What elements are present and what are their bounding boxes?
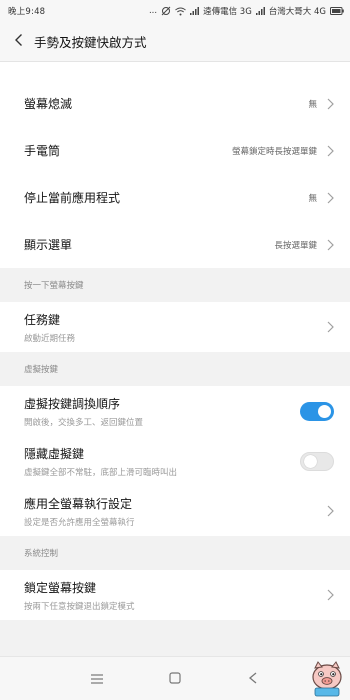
status-time: 晚上9:48 — [8, 7, 46, 17]
chevron-right-icon — [327, 321, 334, 333]
hide-virtual-keys-toggle[interactable] — [300, 451, 334, 471]
setting-row-lock-screen-keys[interactable]: 鎖定螢幕按鍵 按兩下任意按鍵退出鎖定模式 — [0, 570, 350, 620]
section-header-tap-once: 按一下螢幕按鍵 — [0, 268, 350, 302]
setting-row-stop-app[interactable]: 停止當前應用程式 無 — [0, 174, 350, 221]
menu-icon — [91, 669, 103, 688]
setting-label: 鎖定螢幕按鍵 — [24, 580, 97, 595]
setting-description: 按兩下任意按鍵退出鎖定模式 — [24, 601, 135, 612]
setting-row-show-menu[interactable]: 顯示選單 長按選單鍵 — [0, 221, 350, 268]
setting-value: 無 — [308, 193, 317, 204]
setting-label: 隱藏虛擬鍵 — [24, 446, 85, 461]
notification-dots: ... — [148, 6, 158, 16]
mute-icon — [161, 6, 171, 16]
section-header-virtual-keys: 虛擬按鍵 — [0, 352, 350, 386]
carrier-1: 遠傳電信 3G — [203, 7, 252, 17]
nav-back-button[interactable] — [243, 669, 263, 689]
chevron-right-icon — [327, 589, 334, 601]
setting-description: 設定是否允許應用全螢幕執行 — [24, 517, 135, 528]
toggle-knob — [318, 404, 331, 418]
pig-mascot-icon — [306, 658, 348, 698]
setting-label: 手電筒 — [24, 144, 61, 158]
setting-label: 虛擬按鍵調換順序 — [24, 396, 121, 411]
setting-value: 螢幕鎖定時長按選單鍵 — [231, 146, 317, 157]
status-bar: 晚上9:48 ... 遠傳電信 3G 台灣大哥大 4G — [0, 0, 350, 22]
title-bar: 手勢及按鍵快啟方式 — [0, 22, 350, 62]
setting-value: 長按選單鍵 — [274, 240, 317, 251]
home-button[interactable] — [165, 669, 185, 689]
signal-icon — [255, 7, 265, 15]
settings-group-virtual-keys: 虛擬按鍵調換順序 開啟後，交換多工、返回鍵位置 隱藏虛擬鍵 虛擬鍵全部不常駐，底… — [0, 386, 350, 536]
chevron-right-icon — [327, 145, 334, 157]
settings-group-main: 螢幕熄滅 無 手電筒 螢幕鎖定時長按選單鍵 停止當前應用程式 無 顯示選單 長按… — [0, 62, 350, 268]
chevron-right-icon — [327, 505, 334, 517]
setting-row-flashlight[interactable]: 手電筒 螢幕鎖定時長按選單鍵 — [0, 127, 350, 174]
setting-row-screen-off[interactable]: 螢幕熄滅 無 — [0, 80, 350, 127]
chevron-left-icon — [14, 32, 24, 51]
chevron-right-icon — [327, 98, 334, 110]
page-title: 手勢及按鍵快啟方式 — [34, 35, 147, 50]
setting-value: 無 — [308, 99, 317, 110]
settings-group-system-control: 鎖定螢幕按鍵 按兩下任意按鍵退出鎖定模式 — [0, 570, 350, 620]
carrier-2: 台灣大哥大 4G — [268, 7, 326, 17]
back-icon — [248, 669, 258, 688]
setting-label: 任務鍵 — [24, 312, 61, 327]
status-icons: ... 遠傳電信 3G 台灣大哥大 4G — [149, 5, 344, 17]
chevron-right-icon — [327, 239, 334, 251]
signal-icon — [190, 7, 200, 15]
wifi-icon — [175, 7, 186, 16]
menu-button[interactable] — [87, 669, 107, 689]
toggle-knob — [304, 454, 317, 468]
setting-row-task-key[interactable]: 任務鍵 啟動近期任務 — [0, 302, 350, 352]
section-header-system-control: 系統控制 — [0, 536, 350, 570]
setting-description: 虛擬鍵全部不常駐，底部上滑可臨時叫出 — [24, 467, 178, 478]
setting-description: 啟動近期任務 — [24, 333, 76, 344]
chevron-right-icon — [327, 192, 334, 204]
setting-label: 螢幕熄滅 — [24, 97, 73, 111]
setting-row-swap-order[interactable]: 虛擬按鍵調換順序 開啟後，交換多工、返回鍵位置 — [0, 386, 350, 436]
back-button[interactable] — [6, 26, 32, 58]
setting-label: 應用全螢幕執行設定 — [24, 496, 133, 511]
settings-group-tap-once: 任務鍵 啟動近期任務 — [0, 302, 350, 352]
setting-row-hide-virtual-keys[interactable]: 隱藏虛擬鍵 虛擬鍵全部不常駐，底部上滑可臨時叫出 — [0, 436, 350, 486]
home-icon — [169, 669, 181, 688]
setting-row-fullscreen-apps[interactable]: 應用全螢幕執行設定 設定是否允許應用全螢幕執行 — [0, 486, 350, 536]
top-spacer — [0, 62, 350, 80]
setting-label: 停止當前應用程式 — [24, 191, 121, 205]
setting-description: 開啟後，交換多工、返回鍵位置 — [24, 417, 144, 428]
setting-label: 顯示選單 — [24, 238, 73, 252]
battery-icon — [330, 7, 344, 15]
navigation-bar — [0, 656, 350, 700]
swap-order-toggle[interactable] — [300, 401, 334, 421]
